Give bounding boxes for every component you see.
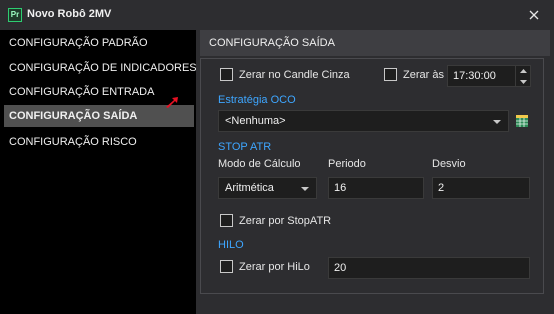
sidebar-item-padrao[interactable]: CONFIGURAÇÃO PADRÃO	[4, 32, 194, 54]
checkbox-box	[220, 214, 233, 227]
title-bar: Pr Novo Robô 2MV	[0, 0, 554, 30]
save-table-icon[interactable]	[515, 114, 529, 128]
chevron-down-icon	[301, 187, 309, 191]
zerar-candle-cinza-label: Zerar no Candle Cinza	[239, 68, 350, 81]
checkbox-box	[220, 260, 233, 273]
zerar-stopatr-label: Zerar por StopATR	[239, 214, 332, 227]
red-arrow-icon	[166, 97, 178, 108]
periodo-value: 16	[334, 182, 347, 194]
zerar-hilo-checkbox[interactable]: Zerar por HiLo	[220, 260, 310, 273]
periodo-label: Periodo	[328, 158, 366, 170]
modo-calculo-label: Modo de Cálculo	[218, 158, 301, 170]
zerar-candle-cinza-checkbox[interactable]: Zerar no Candle Cinza	[220, 68, 350, 81]
section-header: CONFIGURAÇÃO SAÍDA	[200, 30, 550, 56]
checkbox-box	[384, 68, 397, 81]
spin-down-icon[interactable]	[516, 76, 531, 87]
periodo-input[interactable]: 16	[328, 177, 424, 199]
desvio-label: Desvio	[432, 158, 466, 170]
modo-calculo-value: Aritmética	[225, 182, 274, 194]
zerar-as-label: Zerar às	[403, 68, 444, 81]
close-button[interactable]	[522, 4, 546, 26]
zerar-as-checkbox[interactable]: Zerar às	[384, 68, 444, 81]
hilo-input[interactable]: 20	[328, 257, 530, 279]
stop-atr-title: STOP ATR	[218, 141, 272, 153]
desvio-input[interactable]: 2	[432, 177, 530, 199]
zerar-hilo-label: Zerar por HiLo	[239, 260, 310, 273]
sidebar: CONFIGURAÇÃO PADRÃO CONFIGURAÇÃO DE INDI…	[0, 30, 197, 314]
close-icon	[529, 10, 539, 20]
modo-calculo-select[interactable]: Aritmética	[218, 177, 317, 199]
sidebar-item-risco[interactable]: CONFIGURAÇÃO RISCO	[4, 131, 194, 153]
sidebar-item-indicadores[interactable]: CONFIGURAÇÃO DE INDICADORES	[4, 57, 197, 79]
estrategia-oco-value: <Nenhuma>	[225, 115, 286, 127]
settings-panel: Zerar no Candle Cinza Zerar às 17:30:00 …	[200, 58, 544, 294]
checkbox-box	[220, 68, 233, 81]
time-spinner[interactable]	[515, 65, 531, 87]
spin-up-icon[interactable]	[516, 65, 531, 76]
chevron-down-icon	[493, 120, 501, 124]
window-title: Novo Robô 2MV	[27, 8, 112, 20]
desvio-value: 2	[438, 182, 445, 194]
zerar-stopatr-checkbox[interactable]: Zerar por StopATR	[220, 214, 331, 227]
time-value: 17:30:00	[453, 70, 496, 82]
sidebar-item-saida[interactable]: CONFIGURAÇÃO SAÍDA	[4, 105, 194, 127]
estrategia-oco-select[interactable]: <Nenhuma>	[218, 110, 509, 132]
main-panel: CONFIGURAÇÃO SAÍDA Zerar no Candle Cinza…	[196, 30, 554, 314]
hilo-value: 20	[334, 262, 347, 274]
hilo-title: HILO	[218, 239, 244, 251]
estrategia-oco-title: Estratégia OCO	[218, 94, 296, 106]
app-icon: Pr	[8, 8, 22, 22]
